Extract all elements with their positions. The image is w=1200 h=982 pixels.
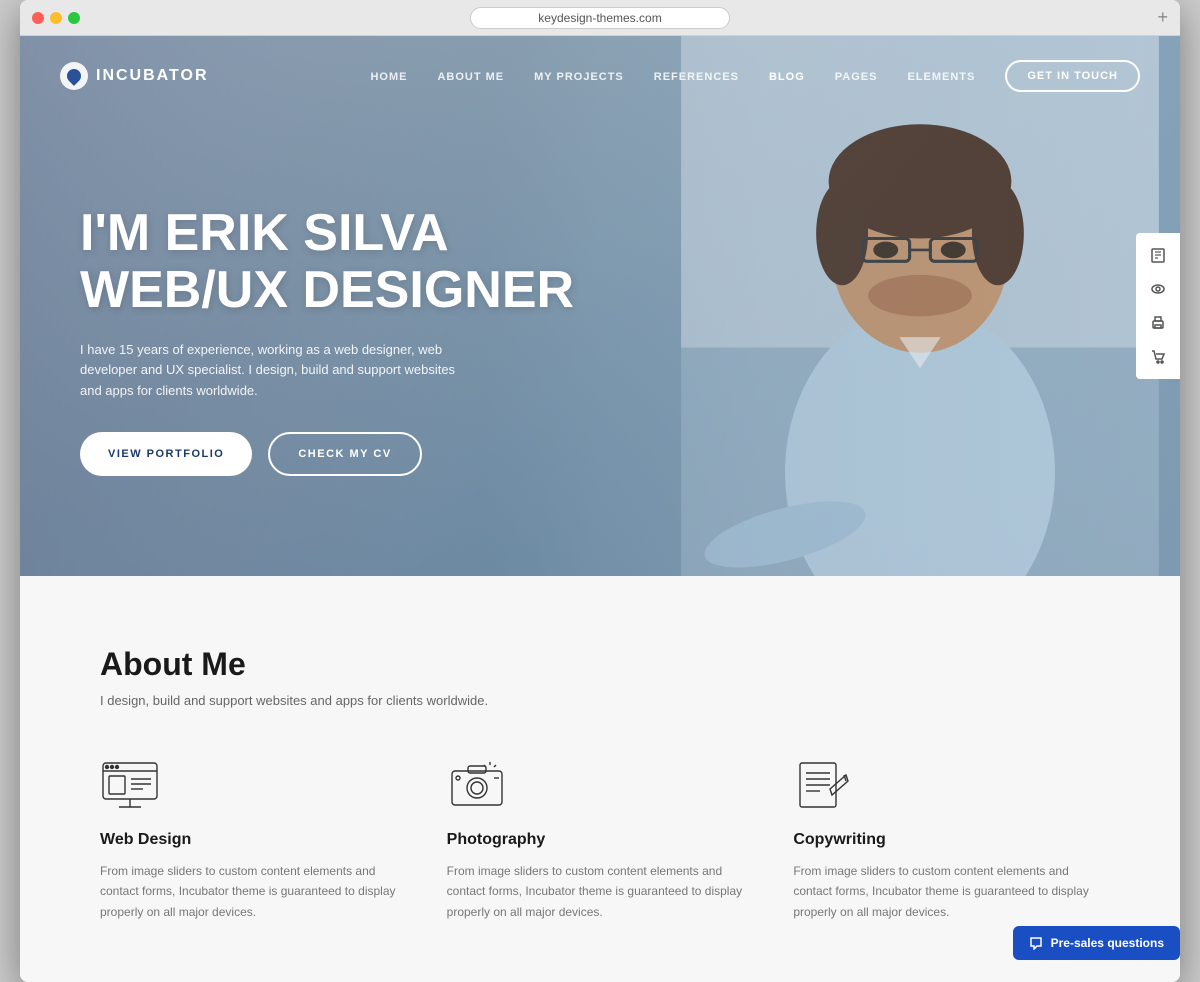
nav-item-home[interactable]: HOME xyxy=(370,67,407,85)
nav-links: HOME ABOUT ME MY PROJECTS REFERENCES BLO… xyxy=(370,60,1140,92)
hero-description: I have 15 years of experience, working a… xyxy=(80,340,460,402)
about-title: About Me xyxy=(100,646,1100,683)
navbar: INCUBATOR HOME ABOUT ME MY PROJECTS REFE… xyxy=(20,36,1180,116)
chat-button-label: Pre-sales questions xyxy=(1051,936,1164,950)
book-icon[interactable] xyxy=(1142,239,1174,271)
url-text: keydesign-themes.com xyxy=(538,11,661,25)
nav-item-projects[interactable]: MY PROJECTS xyxy=(534,67,624,85)
browser-dots xyxy=(32,12,80,24)
nav-item-blog[interactable]: BLOG xyxy=(769,67,805,85)
service-web-design: Web Design From image sliders to custom … xyxy=(100,758,407,922)
hero-section: INCUBATOR HOME ABOUT ME MY PROJECTS REFE… xyxy=(20,36,1180,576)
dot-maximize[interactable] xyxy=(68,12,80,24)
nav-cta[interactable]: GET IN TOUCH xyxy=(1005,60,1140,92)
new-tab-button[interactable]: + xyxy=(1157,7,1168,28)
chat-button[interactable]: Pre-sales questions xyxy=(1013,926,1180,960)
hero-image xyxy=(484,36,1180,576)
logo-icon xyxy=(60,62,88,90)
copywriting-icon xyxy=(793,758,853,813)
chat-icon xyxy=(1029,936,1043,950)
nav-item-elements[interactable]: ELEMENTS xyxy=(907,67,975,85)
service-copywriting-title: Copywriting xyxy=(793,831,1100,849)
service-photography-desc: From image sliders to custom content ele… xyxy=(447,861,754,922)
logo-text: INCUBATOR xyxy=(96,67,209,85)
service-web-design-title: Web Design xyxy=(100,831,407,849)
nav-item-pages[interactable]: PAGES xyxy=(835,67,878,85)
cart-icon[interactable] xyxy=(1142,341,1174,373)
service-web-design-desc: From image sliders to custom content ele… xyxy=(100,861,407,922)
services-grid: Web Design From image sliders to custom … xyxy=(100,758,1100,922)
sidebar-icons xyxy=(1136,233,1180,379)
browser-url: keydesign-themes.com xyxy=(470,7,730,29)
service-copywriting: Copywriting From image sliders to custom… xyxy=(793,758,1100,922)
printer-icon[interactable] xyxy=(1142,307,1174,339)
hero-content: I'M ERIK SILVA WEB/UX DESIGNER I have 15… xyxy=(80,205,574,476)
dot-close[interactable] xyxy=(32,12,44,24)
about-subtitle: I design, build and support websites and… xyxy=(100,693,1100,708)
about-section: About Me I design, build and support web… xyxy=(20,576,1180,982)
person-illustration xyxy=(660,36,1180,576)
service-photography-title: Photography xyxy=(447,831,754,849)
nav-item-about[interactable]: ABOUT ME xyxy=(437,67,504,85)
hero-buttons: VIEW PORTFOLIO CHECK MY CV xyxy=(80,432,574,476)
web-design-icon xyxy=(100,758,160,813)
browser-window: keydesign-themes.com + INCUBATOR HOME AB… xyxy=(20,0,1180,982)
service-photography: Photography From image sliders to custom… xyxy=(447,758,754,922)
page-content: INCUBATOR HOME ABOUT ME MY PROJECTS REFE… xyxy=(20,36,1180,982)
dot-minimize[interactable] xyxy=(50,12,62,24)
eye-icon[interactable] xyxy=(1142,273,1174,305)
browser-titlebar: keydesign-themes.com + xyxy=(20,0,1180,36)
nav-item-references[interactable]: REFERENCES xyxy=(654,67,739,85)
view-portfolio-button[interactable]: VIEW PORTFOLIO xyxy=(80,432,252,476)
logo[interactable]: INCUBATOR xyxy=(60,62,209,90)
check-cv-button[interactable]: CHECK MY CV xyxy=(268,432,421,476)
logo-icon-inner xyxy=(64,66,84,86)
service-copywriting-desc: From image sliders to custom content ele… xyxy=(793,861,1100,922)
hero-title: I'M ERIK SILVA WEB/UX DESIGNER xyxy=(80,205,574,319)
photography-icon xyxy=(447,758,507,813)
